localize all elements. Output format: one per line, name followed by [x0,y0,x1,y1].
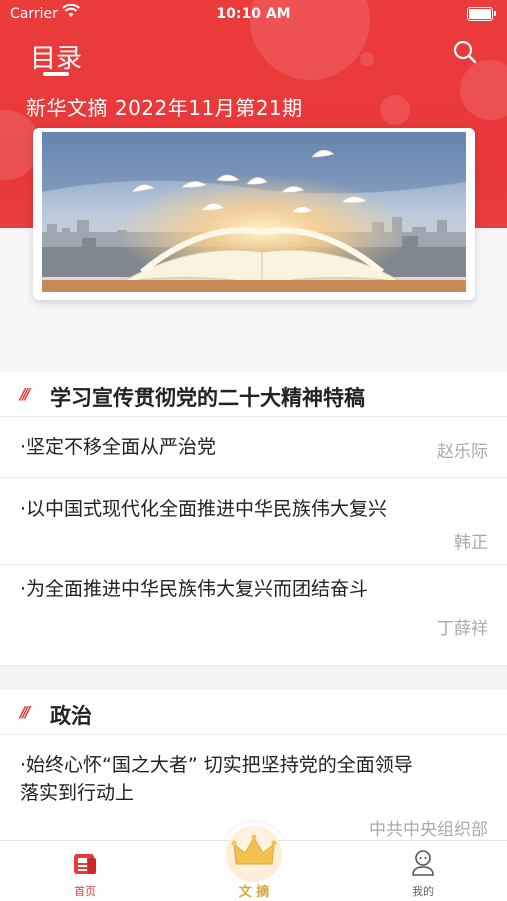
section-politics: /// 政治 ·始终心怀“国之大者” 切实把坚持党的全面领导落实到行动上 中共中… [0,690,507,840]
section-header: /// 政治 [0,690,507,735]
title-underline [43,72,69,76]
clock: 10:10 AM [216,6,291,22]
search-icon[interactable] [453,40,477,64]
section-special: /// 学习宣传贯彻党的二十大精神特稿 ·坚定不移全面从严治党 赵乐际 ·以中国… [0,372,507,666]
article-author: 中共中央组织部 [369,820,488,840]
section-title: 政治 [50,704,92,728]
tab-mine[interactable]: 我的 [373,841,473,901]
battery-icon [467,7,496,21]
crown-icon[interactable] [226,826,282,882]
article-item[interactable]: ·坚定不移全面从严治党 赵乐际 [0,417,507,478]
slash-icon: /// [20,703,31,721]
tab-label: 我的 [412,885,434,898]
section-title: 学习宣传贯彻党的二十大精神特稿 [50,386,365,410]
page-title: 目录 [30,44,83,74]
newspaper-icon [72,851,98,881]
article-item[interactable]: ·为全面推进中华民族伟大复兴而团结奋斗 丁薛祥 [0,565,507,666]
tab-label: 文 摘 [238,885,270,900]
article-title: ·为全面推进中华民族伟大复兴而团结奋斗 [20,578,369,600]
article-title: ·坚定不移全面从严治党 [20,436,217,458]
tab-home[interactable]: 首页 [35,841,135,901]
issue-label: 新华文摘 2022年11月第21期 [26,96,303,120]
slash-icon: /// [20,385,31,403]
status-bar: Carrier 10:10 AM [0,0,507,30]
cover-image[interactable] [42,132,466,292]
user-icon [410,849,436,881]
section-header: /// 学习宣传贯彻党的二十大精神特稿 [0,372,507,417]
article-author: 赵乐际 [437,442,488,462]
article-title: ·以中国式现代化全面推进中华民族伟大复兴 [20,498,388,520]
article-author: 丁薛祥 [437,619,488,639]
tab-label: 首页 [74,885,96,898]
article-author: 韩正 [454,533,488,553]
article-item[interactable]: ·以中国式现代化全面推进中华民族伟大复兴 韩正 [0,478,507,565]
article-title: ·始终心怀“国之大者” 切实把坚持党的全面领导落实到行动上 [20,754,413,804]
